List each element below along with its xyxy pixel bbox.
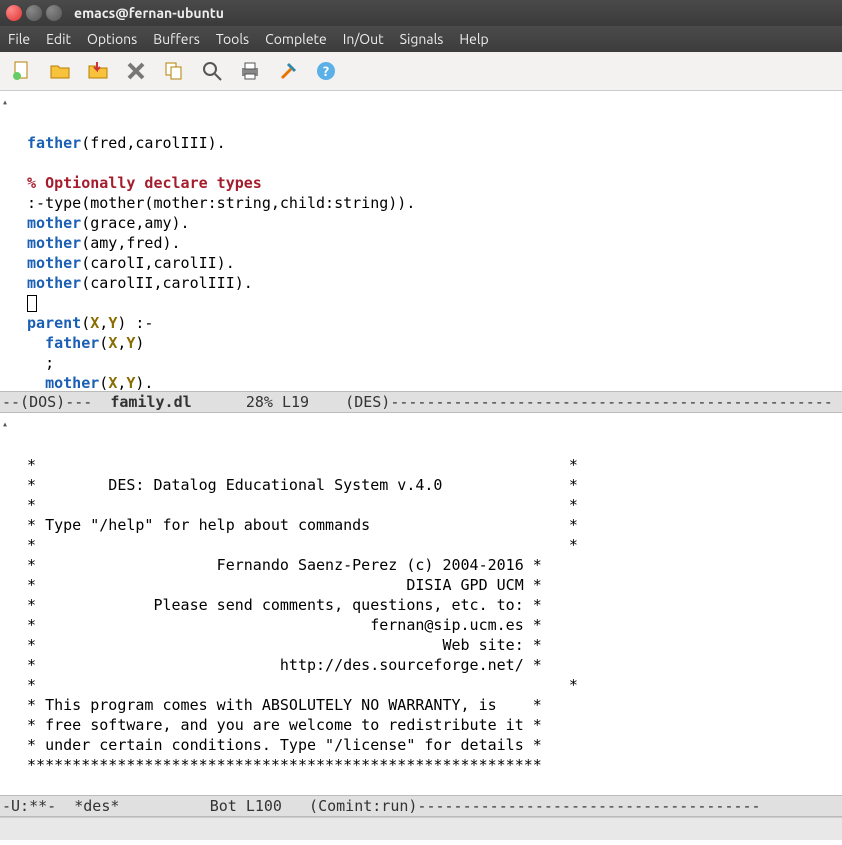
menu-options[interactable]: Options: [87, 31, 137, 47]
close-x-icon[interactable]: [124, 59, 148, 83]
tok: father: [27, 134, 81, 152]
toolbar: ?: [0, 52, 842, 91]
maximize-icon[interactable]: [46, 5, 62, 21]
menu-inout[interactable]: In/Out: [343, 31, 384, 47]
print-icon[interactable]: [238, 59, 262, 83]
menu-tools[interactable]: Tools: [216, 31, 249, 47]
menubar: File Edit Options Buffers Tools Complete…: [0, 26, 842, 52]
new-file-icon[interactable]: [10, 59, 34, 83]
modeline-top[interactable]: --(DOS)--- family.dl 28% L19 (DES)------…: [0, 391, 842, 413]
menu-edit[interactable]: Edit: [46, 31, 71, 47]
gutter-bot: ▴: [2, 415, 14, 435]
help-icon[interactable]: ?: [314, 59, 338, 83]
repl-buffer[interactable]: ▴ * * * DES: Datalog Educational System …: [0, 413, 842, 795]
menu-buffers[interactable]: Buffers: [153, 31, 200, 47]
copy-icon[interactable]: [162, 59, 186, 83]
menu-file[interactable]: File: [8, 31, 30, 47]
search-icon[interactable]: [200, 59, 224, 83]
gutter-top: ▴: [2, 93, 14, 113]
comment: % Optionally declare types: [27, 174, 262, 192]
window-title: emacs@fernan-ubuntu: [74, 5, 224, 21]
svg-text:?: ?: [323, 63, 329, 79]
modeline-bottom[interactable]: -U:**- *des* Bot L100 (Comint:run)------…: [0, 795, 842, 817]
menu-signals[interactable]: Signals: [400, 31, 444, 47]
minibuffer[interactable]: [0, 817, 842, 840]
open-file-icon[interactable]: [48, 59, 72, 83]
source-buffer[interactable]: ▴ father(fred,carolIII). % Optionally de…: [0, 91, 842, 391]
minimize-icon[interactable]: [26, 5, 42, 21]
close-icon[interactable]: [6, 5, 22, 21]
save-file-icon[interactable]: [86, 59, 110, 83]
menu-help[interactable]: Help: [459, 31, 488, 47]
menu-complete[interactable]: Complete: [265, 31, 327, 47]
titlebar: emacs@fernan-ubuntu: [0, 0, 842, 26]
preferences-icon[interactable]: [276, 59, 300, 83]
editor-panes: ▴ father(fred,carolIII). % Optionally de…: [0, 91, 842, 845]
cursor-box: [27, 295, 37, 312]
